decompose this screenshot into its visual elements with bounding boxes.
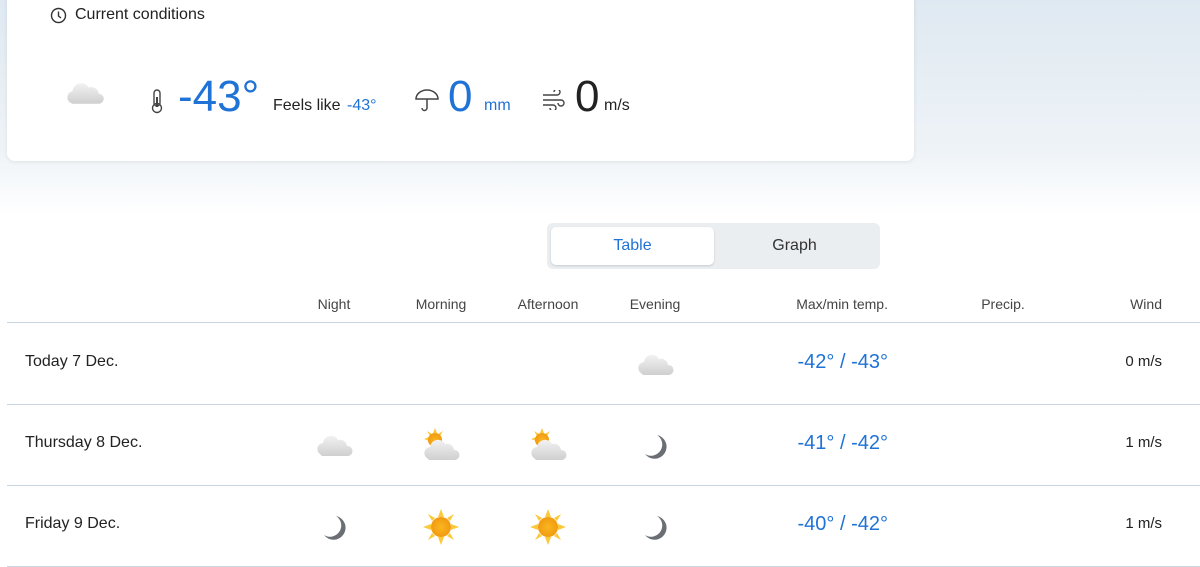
feels-like-label: Feels like: [273, 97, 341, 114]
max-temp: -42°: [797, 351, 835, 373]
row-date: Today 7 Dec.: [25, 353, 119, 370]
current-temperature: -43°: [178, 72, 260, 121]
current-conditions-card: Current conditions -43° Feels like -43° …: [7, 0, 914, 161]
max-min-temp: -42° / -43°: [797, 351, 888, 373]
current-conditions-title: Current conditions: [75, 6, 205, 23]
precip-value: 0: [448, 72, 473, 121]
cloud-icon: [314, 426, 354, 466]
wind-unit: m/s: [604, 97, 630, 114]
moon-icon: [635, 426, 675, 466]
clock-icon: [50, 7, 67, 23]
row-wind: 1 m/s: [1125, 434, 1162, 451]
row-wind: 0 m/s: [1125, 353, 1162, 370]
table-row[interactable]: Thursday 8 Dec. -41° / -42° 1 m/s: [0, 404, 1200, 485]
tab-graph[interactable]: Graph: [713, 227, 876, 265]
row-date: Thursday 8 Dec.: [25, 434, 143, 451]
precip-unit: mm: [484, 97, 511, 114]
row-date: Friday 9 Dec.: [25, 515, 121, 532]
row-wind: 1 m/s: [1125, 515, 1162, 532]
table-row[interactable]: Today 7 Dec. -42° / -43° 0 m/s: [0, 323, 1200, 404]
wind-icon: [543, 90, 565, 110]
header-evening: Evening: [629, 296, 681, 312]
sun-icon: [421, 507, 461, 547]
wind-value: 0: [575, 72, 600, 121]
umbrella-icon: [415, 89, 439, 112]
feels-like-value: -43°: [347, 97, 377, 114]
max-temp: -41°: [797, 432, 835, 454]
moon-icon: [635, 507, 675, 547]
moon-cloud-icon: [57, 63, 104, 104]
header-maxmin: Max/min temp.: [796, 296, 888, 312]
table-row[interactable]: Friday 9 Dec. -40° / -42° 1 m/s: [0, 485, 1200, 566]
max-min-temp: -41° / -42°: [797, 432, 888, 454]
header-morning: Morning: [415, 296, 467, 312]
max-min-temp: -40° / -42°: [797, 513, 888, 535]
min-temp: -43°: [851, 351, 888, 373]
header-precip: Precip.: [981, 296, 1025, 312]
header-night: Night: [317, 296, 351, 312]
sun-icon: [528, 507, 568, 547]
min-temp: -42°: [851, 432, 888, 454]
header-afternoon: Afternoon: [517, 296, 579, 312]
view-toggle: Table Graph: [547, 223, 880, 269]
current-conditions-header: Current conditions: [50, 6, 205, 24]
header-wind: Wind: [1130, 296, 1162, 312]
tab-table[interactable]: Table: [551, 227, 714, 265]
cloud-icon: [635, 345, 675, 385]
moon-icon: [314, 507, 354, 547]
max-temp: -40°: [797, 513, 835, 535]
partly-sunny-icon: [528, 426, 568, 466]
thermometer-icon: [151, 89, 163, 114]
partly-sunny-icon: [421, 426, 461, 466]
min-temp: -42°: [851, 513, 888, 535]
